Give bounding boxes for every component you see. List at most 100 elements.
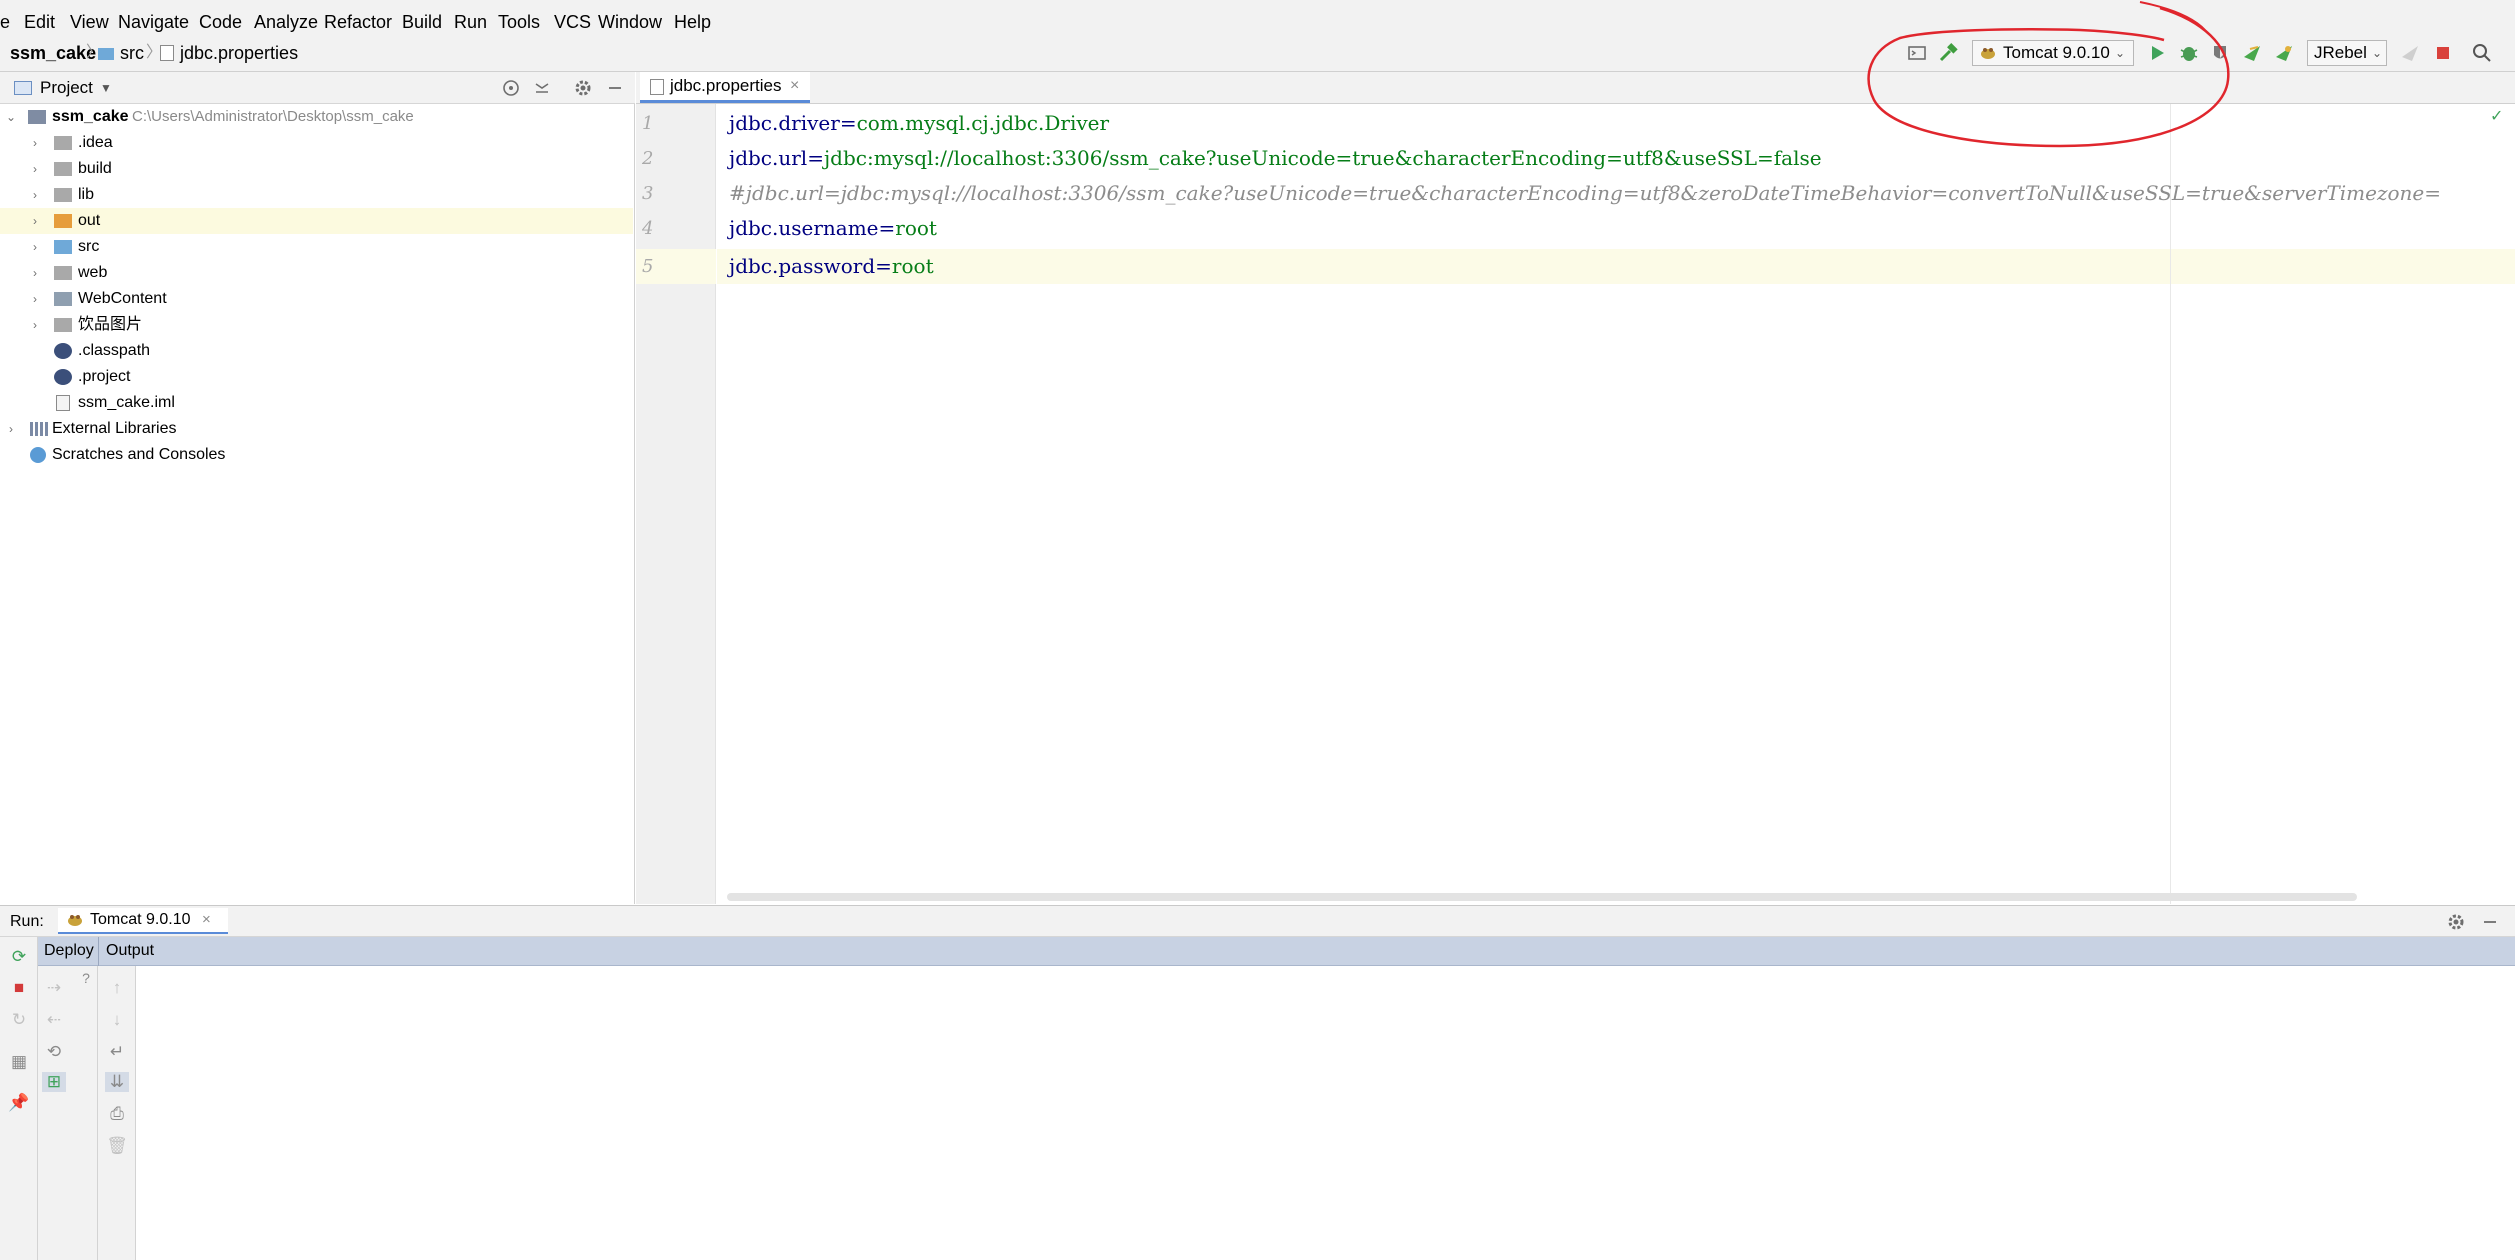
tree-item-build[interactable]: › build — [0, 156, 633, 182]
locate-file-icon[interactable] — [500, 77, 522, 99]
tree-item-lib[interactable]: › lib — [0, 182, 633, 208]
menu-analyze[interactable]: Analyze — [254, 10, 318, 34]
project-panel-title[interactable]: Project — [40, 77, 93, 99]
layout-icon[interactable]: ▦ — [7, 1052, 31, 1072]
deploy-tab[interactable]: Deploy — [44, 940, 94, 962]
chevron-right-icon[interactable]: › — [28, 156, 42, 182]
menu-navigate[interactable]: Navigate — [118, 10, 189, 34]
menu-edit[interactable]: Edit — [24, 10, 55, 34]
stop-icon[interactable]: ■ — [7, 978, 31, 998]
breadcrumb-folder[interactable]: src — [120, 42, 144, 64]
chevron-down-icon[interactable]: ⌄ — [4, 104, 18, 130]
chevron-right-icon[interactable]: › — [28, 130, 42, 156]
pin-icon[interactable]: 📌 — [7, 1093, 31, 1113]
eclipse-file-icon — [54, 343, 72, 359]
tree-item-label: web — [78, 264, 108, 281]
jrebel-dropdown[interactable]: JRebel ⌄ — [2307, 40, 2387, 66]
code-line-2[interactable]: jdbc.url=jdbc:mysql://localhost:3306/ssm… — [729, 141, 1822, 176]
chevron-right-icon[interactable]: › — [28, 312, 42, 338]
tree-item-label: WebContent — [78, 290, 167, 307]
folder-icon — [54, 318, 72, 332]
gear-icon[interactable] — [2446, 912, 2466, 932]
close-icon[interactable]: × — [202, 910, 211, 930]
menu-view[interactable]: View — [70, 10, 109, 34]
line-numbers: 1 2 3 4 5 — [636, 104, 716, 304]
tree-item-iml[interactable]: ssm_cake.iml — [0, 390, 633, 416]
soft-wrap-icon[interactable]: ↵ — [105, 1042, 129, 1062]
menu-window[interactable]: Window — [598, 10, 662, 34]
chevron-right-icon[interactable]: › — [28, 260, 42, 286]
gear-icon[interactable] — [572, 77, 594, 99]
editor-tab-jdbc-properties[interactable]: jdbc.properties × — [640, 72, 810, 103]
help-icon[interactable]: ? — [74, 968, 98, 988]
property-equals: = — [878, 216, 896, 240]
breadcrumb-project[interactable]: ssm_cake — [10, 42, 96, 64]
code-line-5[interactable]: jdbc.password=root — [729, 249, 934, 284]
chevron-down-icon[interactable]: ▼ — [100, 77, 112, 99]
deploy-artifact-icon[interactable]: ⊞ — [42, 1072, 66, 1092]
tree-item-label: .classpath — [78, 342, 151, 359]
menu-run[interactable]: Run — [454, 10, 487, 34]
editor-tab-label: jdbc.properties — [670, 76, 782, 95]
refresh-icon[interactable]: ⟲ — [42, 1042, 66, 1062]
output-tab[interactable]: Output — [106, 940, 154, 962]
tree-root-ssm-cake[interactable]: ⌄ ssm_cake C:\Users\Administrator\Deskto… — [0, 104, 633, 130]
run-tab-tomcat[interactable]: Tomcat 9.0.10 × — [58, 908, 228, 934]
arrow-up-icon[interactable]: ↑ — [105, 978, 129, 998]
collapse-all-icon[interactable] — [531, 77, 553, 99]
tree-item-src[interactable]: › src — [0, 234, 633, 260]
jrebel-run-icon[interactable] — [2240, 41, 2264, 65]
arrow-down-icon[interactable]: ↓ — [105, 1010, 129, 1030]
scroll-to-end-icon[interactable]: ⇊ — [105, 1072, 129, 1092]
chevron-right-icon[interactable]: › — [4, 416, 18, 442]
tree-item-out[interactable]: › out — [0, 208, 633, 234]
rerun-icon[interactable]: ⟳ — [7, 947, 31, 967]
jrebel-debug-icon[interactable] — [2272, 41, 2296, 65]
tree-item-project[interactable]: .project — [0, 364, 633, 390]
update-running-application-icon[interactable] — [2398, 41, 2422, 65]
menu-code[interactable]: Code — [199, 10, 242, 34]
print-icon[interactable]: ⎙ — [105, 1104, 129, 1124]
menu-vcs[interactable]: VCS — [554, 10, 591, 34]
minimize-icon[interactable] — [2480, 912, 2500, 932]
line-number: 2 — [642, 148, 654, 169]
run-tab-label: Tomcat 9.0.10 — [90, 911, 191, 928]
menu-file[interactable]: e — [0, 10, 10, 34]
tree-item-label: lib — [78, 186, 95, 203]
tree-item-webcontent[interactable]: › WebContent — [0, 286, 633, 312]
tree-item-label: External Libraries — [52, 420, 177, 437]
code-line-3[interactable]: #jdbc.url=jdbc:mysql://localhost:3306/ss… — [729, 176, 2441, 211]
menu-refactor[interactable]: Refactor — [324, 10, 392, 34]
menu-build[interactable]: Build — [402, 10, 442, 34]
chevron-right-icon[interactable]: › — [28, 234, 42, 260]
code-line-1[interactable]: jdbc.driver=com.mysql.cj.jdbc.Driver — [729, 106, 1109, 141]
breadcrumb-file[interactable]: jdbc.properties — [180, 42, 298, 64]
property-key: jdbc.url — [729, 146, 808, 170]
chevron-right-icon[interactable]: › — [28, 182, 42, 208]
tree-item-label: build — [78, 160, 112, 177]
tree-item-classpath[interactable]: .classpath — [0, 338, 633, 364]
tree-item-external-libraries[interactable]: › External Libraries — [0, 416, 633, 442]
chevron-right-icon[interactable]: › — [28, 208, 42, 234]
horizontal-scrollbar[interactable] — [727, 893, 2357, 901]
tree-item-scratches[interactable]: Scratches and Consoles — [0, 442, 633, 468]
menu-tools[interactable]: Tools — [498, 10, 540, 34]
deploy-all-icon[interactable]: ⇢ — [42, 978, 66, 998]
restart-icon[interactable]: ↻ — [7, 1010, 31, 1030]
clear-all-icon[interactable]: 🗑 — [105, 1136, 129, 1156]
chevron-right-icon[interactable]: › — [28, 286, 42, 312]
search-icon[interactable] — [2470, 41, 2494, 65]
tree-item-web[interactable]: › web — [0, 260, 633, 286]
tree-item-idea[interactable]: › .idea — [0, 130, 633, 156]
tree-item-drink-images[interactable]: › 饮品图片 — [0, 312, 633, 338]
console-output-area[interactable] — [136, 966, 2515, 1260]
minimize-icon[interactable] — [604, 77, 626, 99]
chevron-down-icon: ⌄ — [2372, 46, 2383, 60]
close-icon[interactable]: × — [790, 72, 799, 100]
stop-icon[interactable] — [2431, 41, 2455, 65]
tree-root-path: C:\Users\Administrator\Desktop\ssm_cake — [132, 108, 414, 125]
undeploy-icon[interactable]: ⇠ — [42, 1010, 66, 1030]
services-tab-strip: Deploy Output — [38, 937, 2515, 966]
menu-help[interactable]: Help — [674, 10, 711, 34]
code-line-4[interactable]: jdbc.username=root — [729, 211, 937, 246]
